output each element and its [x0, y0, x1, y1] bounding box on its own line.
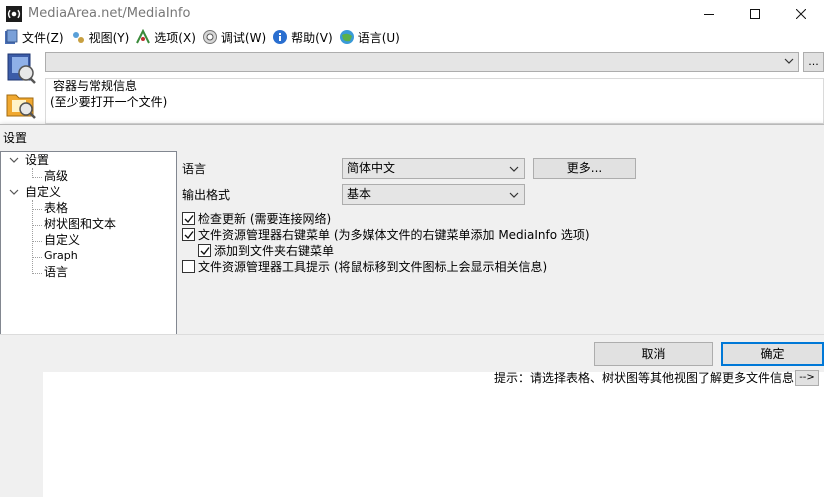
tree-connector	[32, 257, 42, 258]
menu-options[interactable]: 选项(X)	[134, 27, 201, 47]
tree-connector	[32, 241, 42, 242]
language-label: 语言	[182, 162, 207, 176]
checkmark-icon	[184, 230, 194, 239]
chevron-down-icon[interactable]	[9, 187, 19, 197]
dialog-title: 设置	[3, 131, 28, 145]
tree-connector	[32, 209, 42, 210]
info-message: (至少要打开一个文件)	[50, 95, 168, 109]
tree-connector	[32, 273, 42, 274]
output-format-label: 输出格式	[182, 188, 231, 202]
explorer-context-menu-option[interactable]: 文件资源管理器右键菜单 (为多媒体文件的右键菜单添加 MediaInfo 选项)	[182, 226, 590, 242]
info-heading: 容器与常规信息	[53, 79, 138, 93]
maximize-icon	[750, 9, 760, 19]
menu-view-label: 视图(Y)	[88, 30, 130, 45]
chevron-down-icon[interactable]	[9, 155, 19, 165]
explorer-context-menu-checkbox[interactable]	[182, 227, 195, 241]
menu-language-label: 语言(U)	[357, 30, 400, 45]
tree-item-language[interactable]: 语言	[44, 264, 68, 280]
check-updates-label: 检查更新 (需要连接网络)	[198, 211, 332, 226]
help-icon	[273, 30, 288, 44]
menu-view[interactable]: 视图(Y)	[69, 27, 135, 47]
maximize-button[interactable]	[732, 0, 778, 28]
tree-item-tree-text[interactable]: 树状图和文本	[44, 216, 116, 232]
folder-context-menu-option[interactable]: 添加到文件夹右键菜单	[198, 242, 334, 258]
mediainfo-logo-icon	[6, 6, 22, 22]
explorer-context-menu-label: 文件资源管理器右键菜单 (为多媒体文件的右键菜单添加 MediaInfo 选项)	[198, 227, 590, 242]
info-panel: 容器与常规信息 (至少要打开一个文件)	[45, 78, 824, 124]
view-icon	[72, 32, 84, 43]
options-icon	[136, 29, 151, 44]
minimize-button[interactable]	[686, 0, 732, 28]
menu-debug[interactable]: 调试(W)	[201, 27, 271, 47]
explorer-tooltip-label: 文件资源管理器工具提示 (将鼠标移到文件图标上会显示相关信息)	[198, 259, 548, 274]
settings-tree[interactable]: 设置 高级 自定义 表格 树状图和文本 自定义 Graph 语言	[0, 151, 177, 335]
left-panel	[0, 372, 43, 497]
checkmark-icon	[200, 246, 210, 255]
tree-connector	[32, 200, 33, 272]
open-folder-icon	[6, 94, 36, 119]
open-folder-button[interactable]	[4, 87, 38, 121]
more-options-button[interactable]: ...	[803, 52, 824, 72]
language-select-value: 简体中文	[347, 161, 396, 175]
open-file-button[interactable]	[4, 51, 38, 85]
chevron-down-icon	[784, 58, 794, 64]
menu-debug-label: 调试(W)	[220, 30, 267, 45]
language-select[interactable]: 简体中文	[342, 158, 525, 179]
tree-item-graph[interactable]: Graph	[44, 248, 78, 264]
checkmark-icon	[184, 214, 194, 223]
folder-context-menu-label: 添加到文件夹右键菜单	[214, 243, 335, 258]
view-mode-select[interactable]	[45, 52, 799, 72]
view-hint-text: 提示：请选择表格、树状图等其他视图了解更多文件信息	[494, 371, 795, 385]
tree-item-customize[interactable]: 自定义	[25, 184, 61, 200]
menu-options-label: 选项(X)	[154, 30, 196, 45]
file-icon	[5, 29, 18, 44]
close-button[interactable]	[778, 0, 824, 28]
menu-help[interactable]: 帮助(V)	[271, 27, 338, 47]
output-format-value: 基本	[347, 187, 372, 201]
tree-item-settings[interactable]: 设置	[25, 152, 49, 168]
cancel-button[interactable]: 取消	[594, 342, 713, 366]
check-updates-option[interactable]: 检查更新 (需要连接网络)	[182, 210, 331, 226]
folder-context-menu-checkbox[interactable]	[198, 243, 211, 257]
chevron-down-icon	[509, 192, 519, 198]
close-icon	[796, 9, 806, 19]
menu-help-label: 帮助(V)	[291, 30, 333, 45]
minimize-icon	[704, 14, 714, 15]
ok-button[interactable]: 确定	[721, 342, 824, 366]
explorer-tooltip-checkbox[interactable]	[182, 259, 195, 273]
check-updates-checkbox[interactable]	[182, 211, 195, 225]
chevron-down-icon	[509, 166, 519, 172]
output-format-select[interactable]: 基本	[342, 184, 525, 205]
window-title: MediaArea.net/MediaInfo	[28, 6, 191, 21]
tree-item-table[interactable]: 表格	[44, 200, 68, 216]
title-bar: MediaArea.net/MediaInfo	[0, 0, 824, 28]
open-file-icon	[7, 53, 36, 84]
settings-dialog: 设置 设置 高级 自定义 表格 树状图和文本 自定义 Graph 语言 语言 简…	[0, 124, 824, 372]
content-area	[43, 372, 824, 497]
menu-bar: 文件(Z) 视图(Y) 选项(X) 调试(W) 帮助(V) 语言(U)	[0, 27, 824, 47]
tree-connector	[32, 225, 42, 226]
next-view-button[interactable]: -->	[795, 370, 819, 386]
debug-icon	[202, 30, 217, 44]
dialog-footer-divider	[0, 334, 824, 335]
menu-file[interactable]: 文件(Z)	[2, 27, 69, 47]
menu-language[interactable]: 语言(U)	[338, 27, 405, 47]
language-icon	[339, 30, 354, 44]
tree-item-advanced[interactable]: 高级	[44, 168, 68, 184]
menu-file-label: 文件(Z)	[22, 30, 64, 45]
tree-item-custom[interactable]: 自定义	[44, 232, 80, 248]
more-languages-button[interactable]: 更多...	[533, 158, 636, 179]
tree-connector	[32, 177, 42, 178]
explorer-tooltip-option[interactable]: 文件资源管理器工具提示 (将鼠标移到文件图标上会显示相关信息)	[182, 258, 547, 274]
